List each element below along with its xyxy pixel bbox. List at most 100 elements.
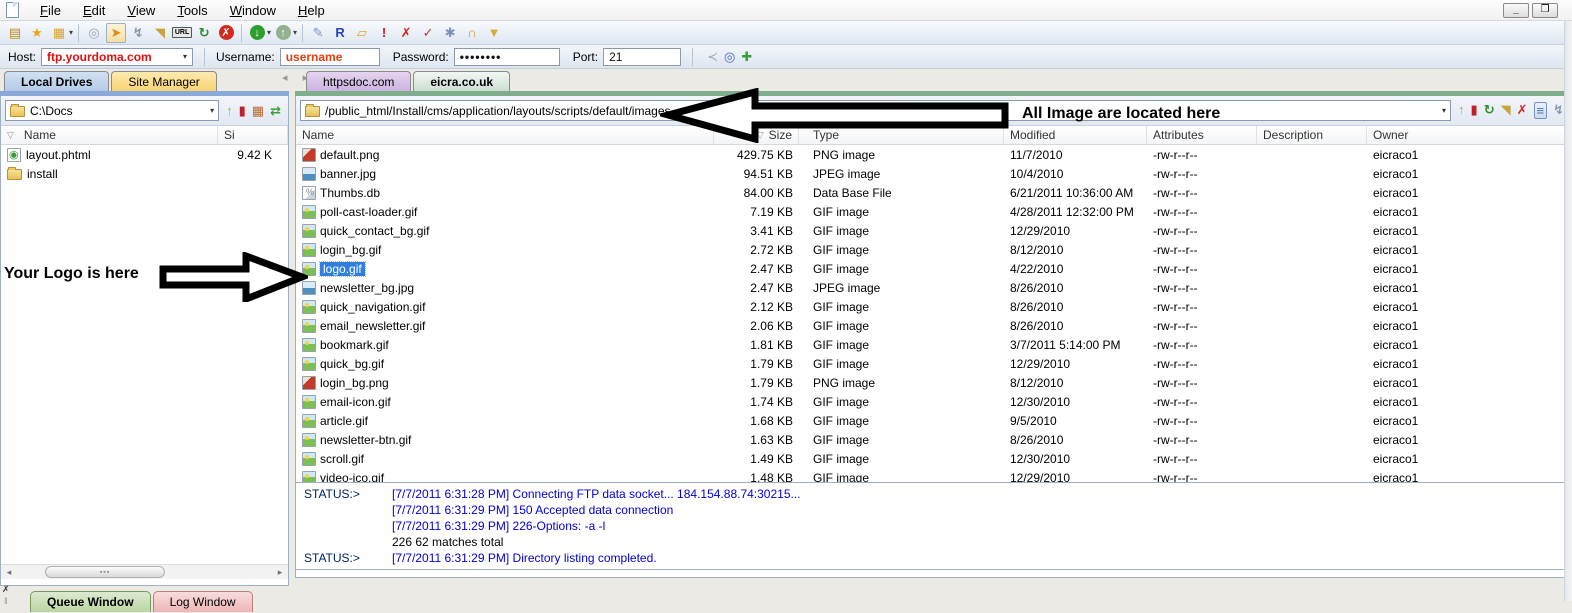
local-path-combo[interactable]: C:\Docs ▾: [5, 100, 219, 121]
menu-window[interactable]: Window: [219, 1, 287, 20]
remote-column-modified[interactable]: Modified: [1004, 126, 1147, 144]
lasso-icon[interactable]: ↯: [128, 23, 148, 43]
remote-column-attributes[interactable]: Attributes: [1147, 126, 1257, 144]
pane-close-icon[interactable]: ✗: [2, 584, 10, 595]
scroll-thumb[interactable]: ▪▪▪: [45, 566, 165, 578]
remote-path-dropdown-icon[interactable]: ▾: [1442, 106, 1446, 115]
remote-column-description[interactable]: Description: [1257, 126, 1367, 144]
remote-file-row[interactable]: newsletter_bg.jpg2.47 KBJPEG image8/26/2…: [296, 278, 1571, 297]
menu-help[interactable]: Help: [287, 1, 336, 20]
remote-file-row[interactable]: scroll.gif1.49 KBGIF image12/30/2010-rw-…: [296, 449, 1571, 468]
remote-column-owner[interactable]: Owner: [1367, 126, 1571, 144]
remote-file-row[interactable]: bookmark.gif1.81 KBGIF image3/7/2011 5:1…: [296, 335, 1571, 354]
file-type-cell: PNG image: [799, 145, 1004, 164]
pointer-icon[interactable]: ➤: [106, 23, 126, 43]
rename-icon[interactable]: R: [330, 23, 350, 43]
sync-folders-icon[interactable]: ⇄: [270, 103, 281, 119]
remote-file-row[interactable]: quick_contact_bg.gif3.41 KBGIF image12/2…: [296, 221, 1571, 240]
tab-httpsdoc-com[interactable]: httpsdoc.com: [306, 71, 411, 91]
menu-view[interactable]: View: [116, 1, 166, 20]
scroll-track[interactable]: ▪▪▪: [17, 565, 272, 579]
pin-icon[interactable]: ◎: [84, 23, 104, 43]
scroll-left-icon[interactable]: ◂: [1, 567, 17, 578]
tab-log-window[interactable]: Log Window: [153, 591, 253, 612]
file-name-cell: install: [1, 164, 218, 183]
tab-eicra-co-uk[interactable]: eicra.co.uk: [413, 71, 510, 91]
download-icon[interactable]: ↓: [247, 23, 267, 43]
menu-tools[interactable]: Tools: [166, 1, 218, 20]
local-file-row[interactable]: layout.phtml9.42 K: [1, 145, 288, 164]
goto-folder-icon[interactable]: ◥: [1501, 102, 1511, 119]
menu-file[interactable]: File: [29, 1, 72, 20]
host-dropdown-icon[interactable]: ▾: [183, 52, 187, 61]
url-clipboard-icon[interactable]: URL: [172, 23, 192, 43]
remote-file-row[interactable]: video-ico.gif1.48 KBGIF image12/29/2010-…: [296, 468, 1571, 482]
remote-file-row[interactable]: default.png429.75 KBPNG image11/7/2010-r…: [296, 145, 1571, 164]
menu-edit[interactable]: Edit: [72, 1, 116, 20]
remote-file-row[interactable]: poll-cast-loader.gif7.19 KBGIF image4/28…: [296, 202, 1571, 221]
remote-file-row[interactable]: newsletter-btn.gif1.63 KBGIF image8/26/2…: [296, 430, 1571, 449]
port-input[interactable]: 21: [603, 48, 681, 66]
remote-file-row[interactable]: quick_navigation.gif2.12 KBGIF image8/26…: [296, 297, 1571, 316]
listview-icon[interactable]: ≡: [1534, 102, 1548, 119]
dropdown-caret-icon[interactable]: ▾: [293, 28, 297, 37]
shield-icon[interactable]: ▼: [484, 23, 504, 43]
shield-add-icon[interactable]: ✚: [741, 49, 752, 65]
file-type-cell: JPEG image: [799, 164, 1004, 183]
local-hscrollbar[interactable]: ◂ ▪▪▪ ▸: [1, 564, 288, 579]
delete-icon[interactable]: ✗: [396, 23, 416, 43]
delete-remote-icon[interactable]: ✗: [1517, 102, 1528, 119]
remote-file-row[interactable]: logo.gif2.47 KBGIF image4/22/2010-rw-r--…: [296, 259, 1571, 278]
dropdown-caret-icon[interactable]: ▾: [267, 28, 271, 37]
remote-file-row[interactable]: email_newsletter.gif2.06 KBGIF image8/26…: [296, 316, 1571, 335]
wizard-icon[interactable]: ★: [27, 23, 47, 43]
menu-items: FileEditViewToolsWindowHelp: [29, 1, 336, 20]
minimize-button[interactable]: _: [1503, 3, 1529, 18]
remote-file-row[interactable]: banner.jpg94.51 KBJPEG image10/4/2010-rw…: [296, 164, 1571, 183]
remote-file-row[interactable]: Thumbs.db84.00 KBData Base File6/21/2011…: [296, 183, 1571, 202]
new-folder-icon[interactable]: ▱: [352, 23, 372, 43]
headset-icon[interactable]: ∩: [462, 23, 482, 43]
remote-file-row[interactable]: login_bg.gif2.72 KBGIF image8/12/2010-rw…: [296, 240, 1571, 259]
tab-local-drives[interactable]: Local Drives: [4, 71, 109, 91]
settings-gear-icon[interactable]: ✱: [440, 23, 460, 43]
delete-local-icon[interactable]: ▦: [252, 103, 264, 119]
refresh-icon[interactable]: ↻: [194, 23, 214, 43]
local-column-size[interactable]: Si: [218, 126, 288, 144]
bookmarks-icon[interactable]: ▮: [1471, 102, 1478, 119]
file-type-cell: GIF image: [799, 335, 1004, 354]
gif-file-icon: [302, 414, 316, 428]
tab-site-manager[interactable]: Site Manager: [111, 71, 216, 91]
connect-plug-icon[interactable]: ≺: [707, 49, 718, 65]
local-path-dropdown-icon[interactable]: ▾: [210, 106, 214, 115]
remote-column-name[interactable]: Name: [296, 126, 714, 144]
folder-up-icon[interactable]: ↑: [1458, 102, 1465, 119]
tab-queue-window[interactable]: Queue Window: [30, 591, 151, 612]
folder-up-icon[interactable]: ↑: [226, 103, 233, 119]
new-site-icon[interactable]: ▦: [49, 23, 69, 43]
host-input[interactable]: ftp.yourdoma.com ▾: [41, 48, 193, 66]
refresh-icon[interactable]: ↻: [1484, 102, 1495, 119]
priority-icon[interactable]: !: [374, 23, 394, 43]
connection-props-icon[interactable]: ↯: [1553, 102, 1564, 119]
verify-icon[interactable]: ✓: [418, 23, 438, 43]
scroll-right-icon[interactable]: ▸: [272, 567, 288, 578]
quick-connect-icon[interactable]: ▤: [5, 23, 25, 43]
remote-file-row[interactable]: login_bg.png1.79 KBPNG image8/12/2010-rw…: [296, 373, 1571, 392]
stop-icon[interactable]: ✗: [216, 23, 236, 43]
remote-file-row[interactable]: article.gif1.68 KBGIF image9/5/2010-rw-r…: [296, 411, 1571, 430]
edit-notes-icon[interactable]: ✎: [308, 23, 328, 43]
bookmarks-icon[interactable]: ▮: [239, 103, 246, 119]
remote-file-row[interactable]: quick_bg.gif1.79 KBGIF image12/29/2010-r…: [296, 354, 1571, 373]
gif-file-icon: [302, 471, 316, 483]
goto-folder-icon[interactable]: ◥: [150, 23, 170, 43]
restore-button[interactable]: ❐: [1532, 3, 1558, 18]
upload-icon[interactable]: ↑: [273, 23, 293, 43]
password-input[interactable]: ••••••••: [454, 48, 560, 66]
dropdown-caret-icon[interactable]: ▾: [69, 28, 73, 37]
local-file-row[interactable]: install: [1, 164, 288, 183]
remote-file-row[interactable]: email-icon.gif1.74 KBGIF image12/30/2010…: [296, 392, 1571, 411]
local-column-name[interactable]: ▽ Name: [1, 126, 218, 144]
username-input[interactable]: username: [280, 48, 380, 66]
abort-icon[interactable]: ◎: [724, 49, 735, 65]
